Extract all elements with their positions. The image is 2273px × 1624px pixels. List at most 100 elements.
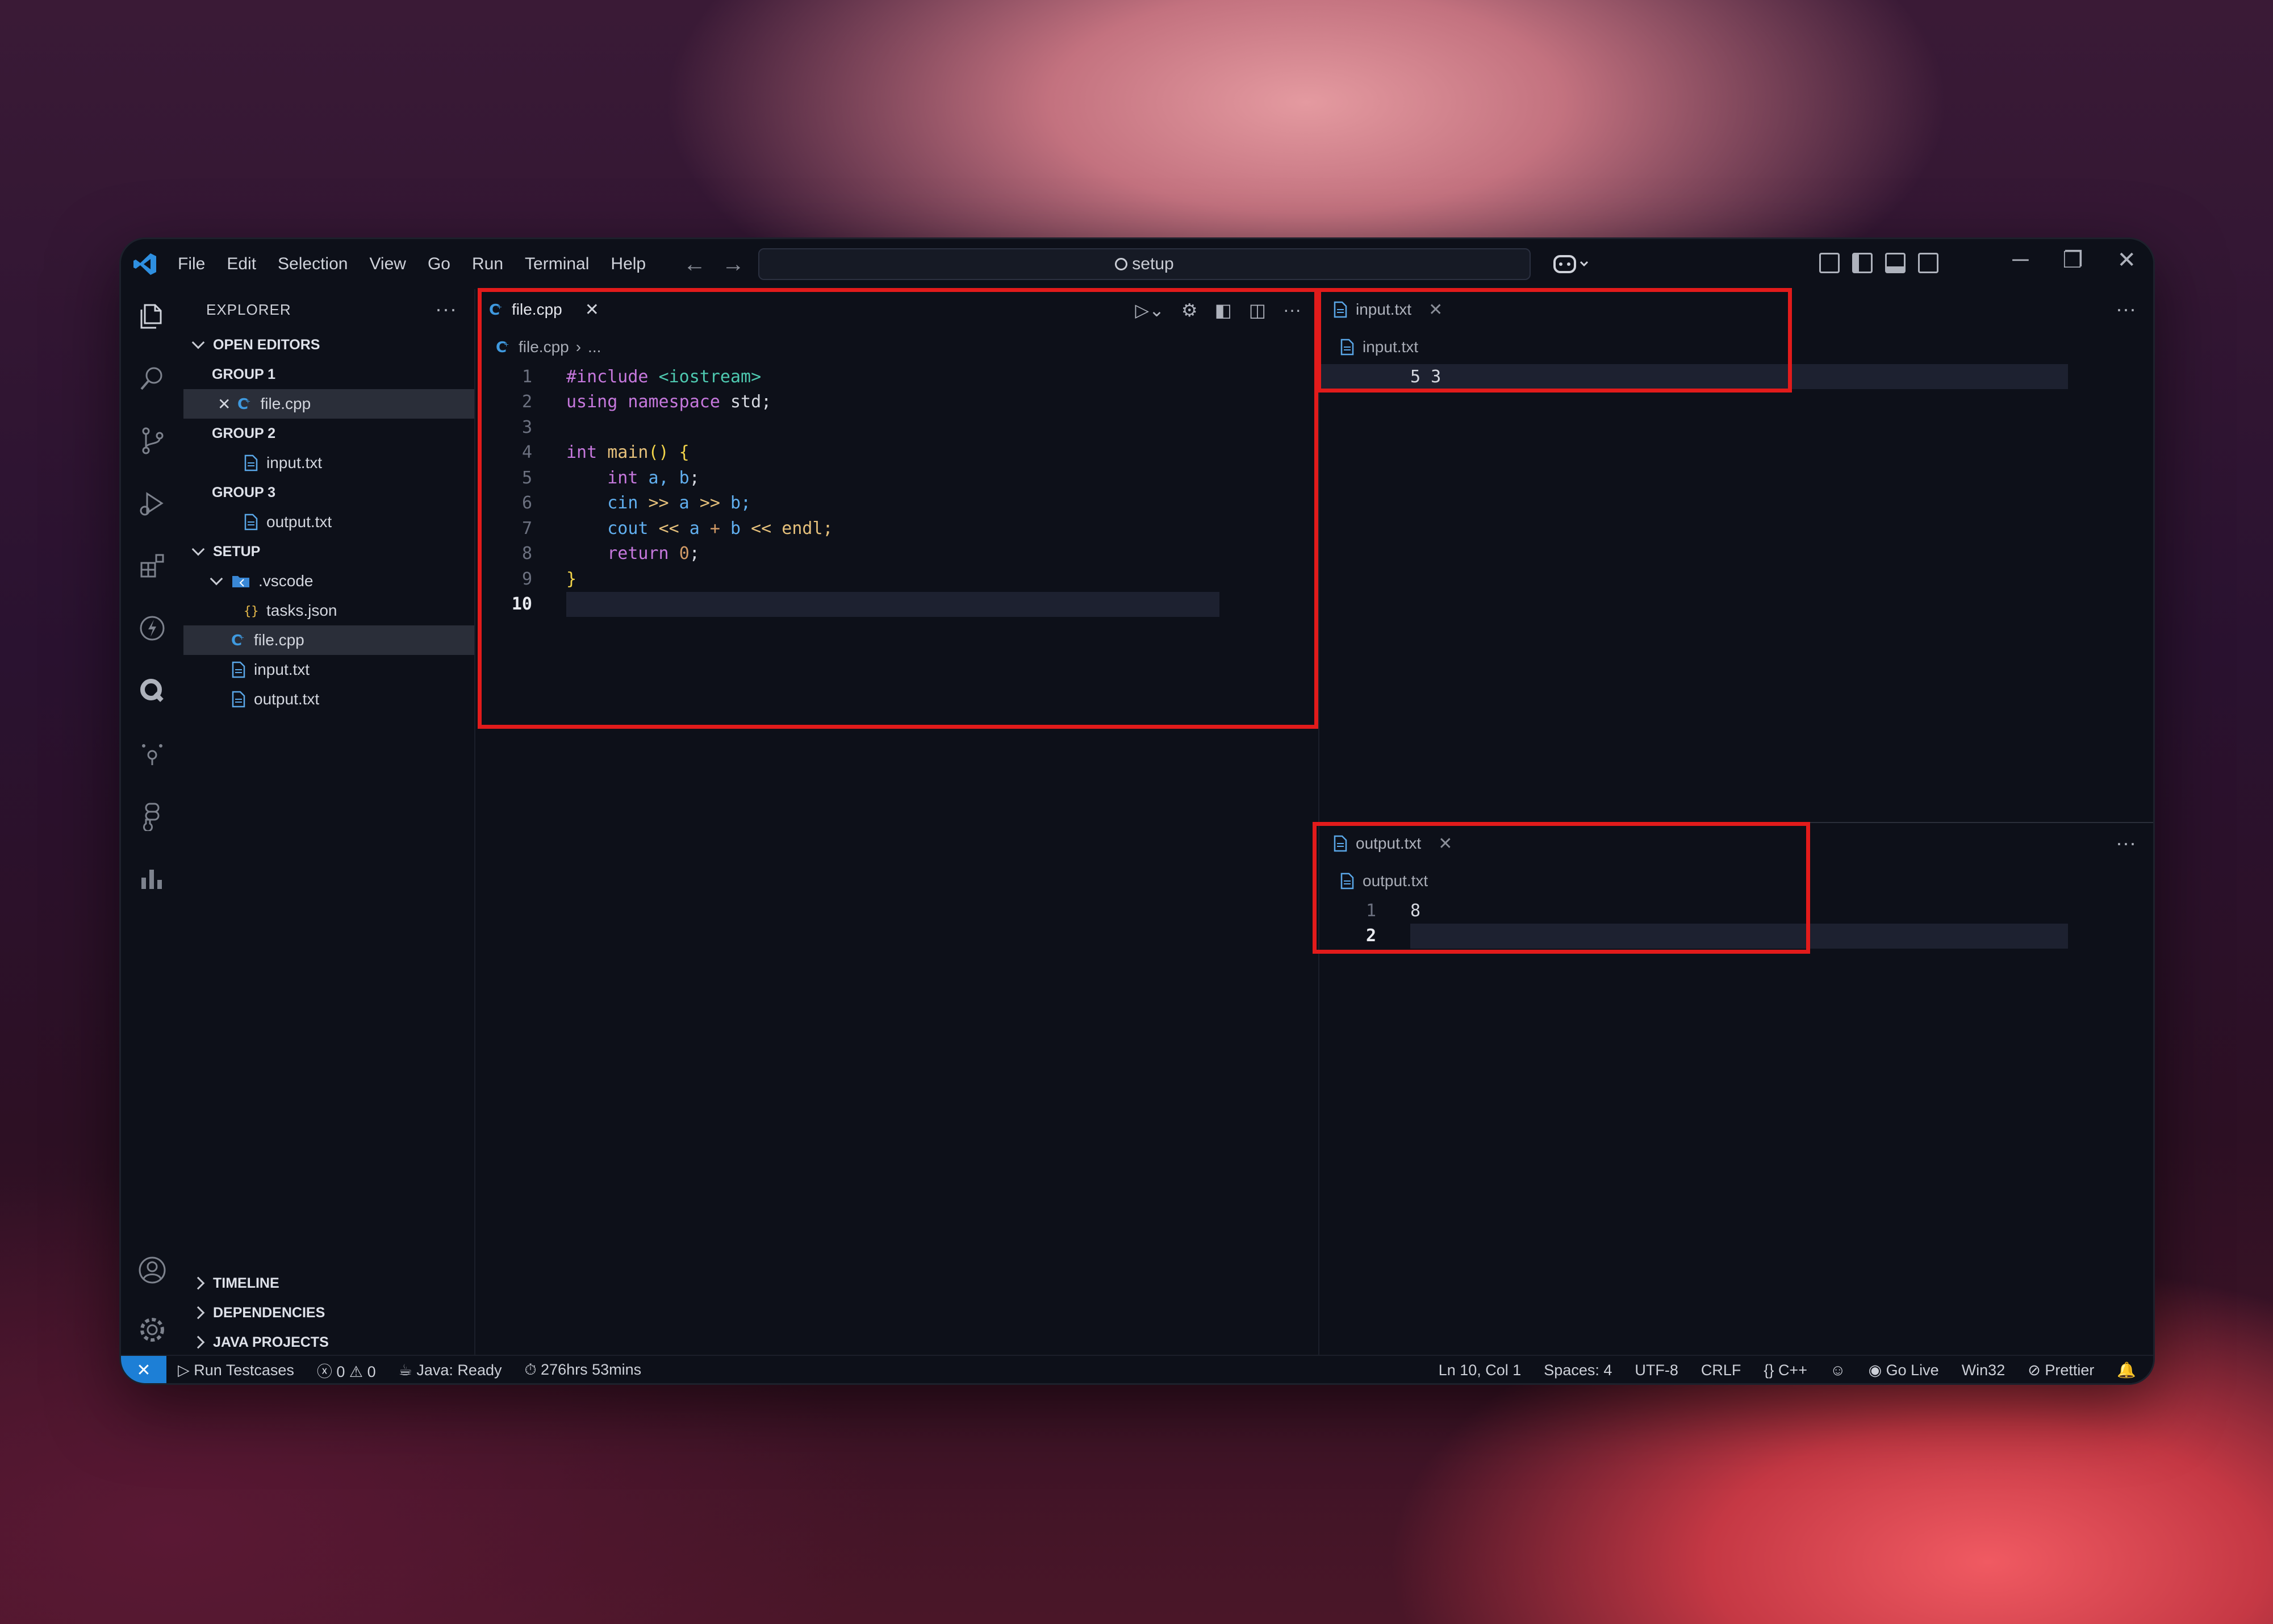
window-controls: ─ ❐ ✕ xyxy=(2012,247,2136,273)
open-editor-output-txt[interactable]: output.txt xyxy=(183,507,474,537)
menu-bar: File Edit Selection View Go Run Terminal… xyxy=(178,239,667,289)
open-editor-input-txt[interactable]: input.txt xyxy=(183,448,474,478)
tree-vscode-folder[interactable]: .vscode xyxy=(183,566,474,596)
menu-file[interactable]: File xyxy=(178,254,205,274)
close-tab-icon[interactable]: ✕ xyxy=(585,300,599,320)
tree-output-txt[interactable]: output.txt xyxy=(183,684,474,714)
line-ending[interactable]: CRLF xyxy=(1701,1362,1741,1379)
indentation[interactable]: Spaces: 4 xyxy=(1544,1362,1612,1379)
java-status[interactable]: ☕ Java: Ready xyxy=(399,1362,502,1379)
go-live-button[interactable]: ◉ Go Live xyxy=(1869,1362,1939,1379)
analytics-icon[interactable] xyxy=(137,863,168,894)
cursor-position[interactable]: Ln 10, Col 1 xyxy=(1439,1362,1522,1379)
prettier-status[interactable]: ⊘ Prettier xyxy=(2028,1362,2094,1379)
thunder-client-icon[interactable] xyxy=(137,613,168,644)
chevron-down-icon xyxy=(191,336,205,349)
code-line-current: 10 xyxy=(475,591,1318,617)
toggle-panel-icon[interactable] xyxy=(1885,253,1906,273)
breadcrumb-file[interactable]: input.txt xyxy=(1363,338,1418,356)
split-editor-icon[interactable]: ◫ xyxy=(1249,299,1266,321)
code-token: << xyxy=(658,518,679,538)
timeline-section[interactable]: TIMELINE xyxy=(183,1268,474,1298)
java-projects-section[interactable]: JAVA PROJECTS xyxy=(183,1327,474,1357)
menu-edit[interactable]: Edit xyxy=(227,254,256,274)
tree-file-cpp[interactable]: C + file.cpp xyxy=(183,625,474,655)
open-editor-label: input.txt xyxy=(266,454,323,471)
tab-file-cpp[interactable]: C + file.cpp ✕ xyxy=(475,289,613,330)
more-actions-icon[interactable]: ··· xyxy=(2116,831,2136,855)
breadcrumb-rest[interactable]: ... xyxy=(588,338,601,356)
text-file-icon xyxy=(244,513,258,531)
extensions-icon[interactable] xyxy=(137,550,168,581)
text-file-icon xyxy=(1340,339,1355,356)
source-control-icon[interactable] xyxy=(137,425,168,456)
menu-help[interactable]: Help xyxy=(611,254,646,274)
tree-input-txt[interactable]: input.txt xyxy=(183,655,474,684)
menu-run[interactable]: Run xyxy=(472,254,503,274)
restore-icon[interactable]: ❐ xyxy=(2063,247,2083,273)
run-code-icon[interactable]: ▷⌄ xyxy=(1135,299,1164,321)
settings-gear-icon[interactable] xyxy=(137,1314,168,1345)
more-actions-icon[interactable]: ··· xyxy=(2116,297,2136,321)
section-label: DEPENDENCIES xyxy=(213,1304,325,1321)
figma-icon[interactable] xyxy=(137,800,168,831)
minimize-icon[interactable]: ─ xyxy=(2012,247,2028,273)
code-area[interactable]: 1 #include <iostream> 2 using namespace st… xyxy=(475,364,1318,617)
explorer-icon[interactable] xyxy=(137,300,168,331)
copilot-icon[interactable] xyxy=(1552,253,1598,275)
dependencies-section[interactable]: DEPENDENCIES xyxy=(183,1298,474,1327)
close-tab-icon[interactable]: ✕ xyxy=(1428,300,1443,320)
menu-view[interactable]: View xyxy=(369,254,406,274)
command-center-search[interactable]: setup xyxy=(758,248,1531,280)
accounts-icon[interactable] xyxy=(137,1255,168,1285)
close-window-icon[interactable]: ✕ xyxy=(2117,247,2136,273)
explorer-title: EXPLORER xyxy=(206,300,291,318)
line-number: 9 xyxy=(521,569,532,589)
open-preview-icon[interactable]: ◧ xyxy=(1215,299,1232,321)
back-arrow-icon[interactable]: ← xyxy=(683,252,706,277)
more-actions-icon[interactable]: ··· xyxy=(1283,299,1301,321)
more-actions-icon[interactable]: ··· xyxy=(435,297,457,321)
tab-output-txt[interactable]: output.txt ✕ xyxy=(1319,823,1466,864)
copilot-status-icon[interactable]: ☺ xyxy=(1830,1362,1846,1379)
search-sidebar-icon[interactable] xyxy=(137,363,168,394)
encoding[interactable]: UTF-8 xyxy=(1635,1362,1678,1379)
toggle-secondary-sidebar-icon[interactable] xyxy=(1918,253,1938,273)
run-testcases-button[interactable]: ▷ Run Testcases xyxy=(178,1362,294,1379)
live-share-icon[interactable] xyxy=(137,738,168,769)
toggle-sidebar-icon[interactable] xyxy=(1852,253,1873,273)
customize-layout-icon[interactable] xyxy=(1819,253,1840,273)
code-token: + xyxy=(709,518,720,538)
remote-indicator-icon[interactable]: ✕ xyxy=(121,1356,166,1383)
menu-go[interactable]: Go xyxy=(428,254,450,274)
code-token: main xyxy=(607,442,649,463)
section-label: JAVA PROJECTS xyxy=(213,1334,329,1350)
output-code-area[interactable]: 1 8 2 xyxy=(1319,898,2153,949)
breadcrumb-file[interactable]: output.txt xyxy=(1363,872,1428,890)
setup-folder-section[interactable]: SETUP xyxy=(183,537,474,566)
tree-label: output.txt xyxy=(254,690,320,708)
tab-input-txt[interactable]: input.txt ✕ xyxy=(1319,289,1456,330)
language-mode[interactable]: {} C++ xyxy=(1764,1362,1807,1379)
problems-indicator[interactable]: ⓧ 0 ⚠ 0 xyxy=(317,1359,376,1381)
menu-terminal[interactable]: Terminal xyxy=(525,254,589,274)
code-line: 3 xyxy=(475,415,1318,440)
platform[interactable]: Win32 xyxy=(1962,1362,2005,1379)
competitive-companion-icon[interactable] xyxy=(137,675,168,706)
code-token: << xyxy=(751,518,772,538)
close-tab-icon[interactable]: ✕ xyxy=(1438,834,1452,854)
menu-selection[interactable]: Selection xyxy=(278,254,348,274)
breadcrumb-file[interactable]: file.cpp xyxy=(519,338,569,356)
forward-arrow-icon[interactable]: → xyxy=(722,252,745,277)
open-editors-section[interactable]: OPEN EDITORS xyxy=(183,330,474,360)
settings-icon[interactable]: ⚙ xyxy=(1181,299,1198,321)
code-token: return xyxy=(566,544,679,564)
current-line-highlight xyxy=(566,591,1219,617)
tree-tasks-json[interactable]: {} tasks.json xyxy=(183,596,474,625)
close-icon[interactable]: ✕ xyxy=(218,395,231,414)
run-debug-icon[interactable] xyxy=(137,488,168,519)
open-editor-file-cpp[interactable]: ✕ C + file.cpp xyxy=(183,389,474,419)
notifications-bell-icon[interactable]: 🔔 xyxy=(2117,1361,2136,1379)
coding-time[interactable]: ⏱ 276hrs 53mins xyxy=(524,1361,641,1379)
input-code-area[interactable]: 1 5 3 xyxy=(1319,364,2153,390)
